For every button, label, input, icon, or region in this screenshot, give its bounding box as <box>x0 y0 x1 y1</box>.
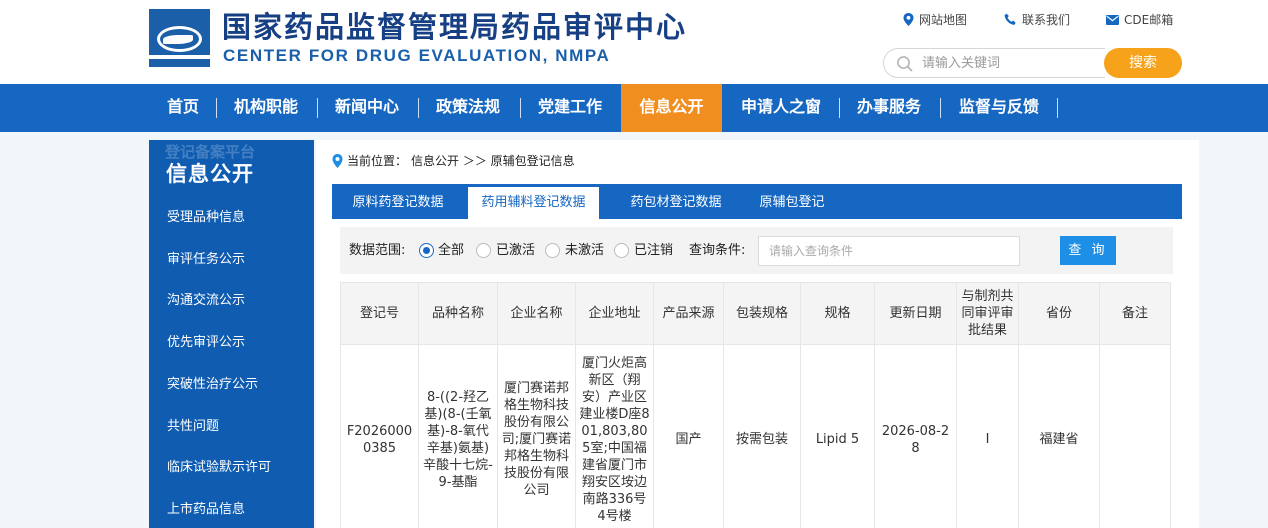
site-header: 国家药品监督管理局药品审评中心 CENTER FOR DRUG EVALUATI… <box>0 0 1268 84</box>
nav-divider <box>940 98 941 118</box>
col-header-reg-no: 登记号 <box>340 282 419 345</box>
nav-divider <box>317 98 318 118</box>
nav-divider <box>1057 98 1058 118</box>
main-content: 当前位置： 信息公开 ＞＞ 原辅包登记信息 原料药登记数据 药用辅料登记数据 药… <box>316 140 1199 528</box>
sidebar-item-priority[interactable]: 优先审评公示 <box>149 325 314 361</box>
query-button[interactable]: 查 询 <box>1060 236 1116 265</box>
search-icon <box>897 56 913 72</box>
registration-table: 登记号 品种名称 企业名称 企业地址 产品来源 包装规格 规格 更新日期 与制剂… <box>340 282 1171 528</box>
breadcrumb-prefix: 当前位置： <box>347 154 408 168</box>
nav-divider <box>418 98 419 118</box>
scope-option-activated-label[interactable]: 已激活 <box>496 227 535 274</box>
nav-item-info-disclosure[interactable]: 信息公开 <box>621 84 722 132</box>
sitemap-link[interactable]: 网站地图 <box>903 11 967 28</box>
cell-package-spec: 按需包装 <box>723 344 801 528</box>
cell-product-name: 8-((2-羟乙基)(8-(壬氧基)-8-氧代辛基)氨基)辛酸十七烷-9-基酯 <box>418 344 498 528</box>
site-subtitle: CENTER FOR DRUG EVALUATION, NMPA <box>223 46 611 65</box>
breadcrumb: 当前位置： 信息公开 ＞＞ 原辅包登记信息 <box>332 152 575 169</box>
query-label: 查询条件: <box>689 243 746 258</box>
col-header-update-date: 更新日期 <box>874 282 957 345</box>
col-header-product-source: 产品来源 <box>653 282 724 345</box>
col-header-company-address: 企业地址 <box>575 282 654 345</box>
sidebar-item-breakthrough[interactable]: 突破性治疗公示 <box>149 367 314 403</box>
col-header-joint-review-result: 与制剂共同审评审批结果 <box>956 282 1019 345</box>
nav-divider <box>520 98 521 118</box>
sidebar-item-review-tasks[interactable]: 审评任务公示 <box>149 242 314 278</box>
tab-packaging-data[interactable]: 药包材登记数据 <box>622 184 730 219</box>
cde-mail-link-label: CDE邮箱 <box>1124 13 1174 27</box>
col-header-province: 省份 <box>1018 282 1100 345</box>
sidebar-title: 信息公开 <box>166 162 254 186</box>
scope-radio-inactive[interactable] <box>545 243 560 258</box>
scope-label: 数据范围: <box>349 243 406 258</box>
scope-radio-activated[interactable] <box>476 243 491 258</box>
tab-excipient-data[interactable]: 药用辅料登记数据 <box>468 187 599 219</box>
main-nav: 首页 机构职能 新闻中心 政策法规 党建工作 信息公开 申请人之窗 办事服务 监… <box>0 84 1268 132</box>
scope-option-inactive-label[interactable]: 未激活 <box>565 227 604 274</box>
nav-divider <box>839 98 840 118</box>
data-tabs: 原料药登记数据 药用辅料登记数据 药包材登记数据 原辅包登记 <box>332 184 1182 219</box>
scope-radio-all[interactable] <box>419 243 434 258</box>
breadcrumb-path[interactable]: 信息公开 ＞＞ 原辅包登记信息 <box>411 152 575 169</box>
col-header-product-name: 品种名称 <box>418 282 498 345</box>
query-input[interactable] <box>758 236 1020 266</box>
site-search-box <box>883 48 1105 78</box>
nav-item-functions[interactable]: 机构职能 <box>221 84 311 132</box>
sidebar-item-accepted[interactable]: 受理品种信息 <box>149 200 314 236</box>
nav-item-applicant[interactable]: 申请人之窗 <box>729 84 833 132</box>
filter-bar: 数据范围: 全部 已激活 未激活 已注销 查询条件: 查 询 <box>340 227 1173 274</box>
cell-product-source: 国产 <box>653 344 724 528</box>
mail-icon <box>1106 14 1119 25</box>
nav-item-home[interactable]: 首页 <box>154 84 212 132</box>
tab-registration[interactable]: 原辅包登记 <box>752 184 832 219</box>
sidebar-item-marketed-drugs[interactable]: 上市药品信息 <box>149 492 314 528</box>
nav-divider <box>216 98 217 118</box>
col-header-remarks: 备注 <box>1099 282 1171 345</box>
sidebar-item-clinical-trial[interactable]: 临床试验默示许可 <box>149 450 314 486</box>
sidebar-item-communication[interactable]: 沟通交流公示 <box>149 283 314 319</box>
site-search-button[interactable]: 搜索 <box>1104 48 1182 78</box>
tab-api-data[interactable]: 原料药登记数据 <box>344 184 452 219</box>
sitemap-link-label: 网站地图 <box>919 13 968 27</box>
nav-item-party[interactable]: 党建工作 <box>525 84 615 132</box>
scope-radio-cancelled[interactable] <box>614 243 629 258</box>
col-header-company-name: 企业名称 <box>497 282 576 345</box>
cell-remarks <box>1099 344 1171 528</box>
cell-joint-review-result: I <box>956 344 1019 528</box>
location-pin-icon <box>903 13 914 26</box>
nav-item-supervision[interactable]: 监督与反馈 <box>946 84 1052 132</box>
location-pin-icon <box>332 153 343 168</box>
table-header-row: 登记号 品种名称 企业名称 企业地址 产品来源 包装规格 规格 更新日期 与制剂… <box>340 282 1171 345</box>
cde-logo[interactable] <box>149 9 210 67</box>
contact-link[interactable]: 联系我们 <box>1004 11 1070 28</box>
cde-mail-link[interactable]: CDE邮箱 <box>1106 11 1173 28</box>
contact-link-label: 联系我们 <box>1022 13 1071 27</box>
scope-option-all-label[interactable]: 全部 <box>438 227 464 274</box>
cell-reg-no: F20260000385 <box>340 344 419 528</box>
sidebar-item-common-issues[interactable]: 共性问题 <box>149 409 314 445</box>
phone-icon <box>1004 13 1016 25</box>
scope-option-cancelled-label[interactable]: 已注销 <box>634 227 673 274</box>
cell-company-name: 厦门赛诺邦格生物科技股份有限公司;厦门赛诺邦格生物科技股份有限公司 <box>497 344 576 528</box>
logo-wave-shape <box>149 55 210 59</box>
site-search-input[interactable] <box>922 53 1092 73</box>
sidebar: 登记备案平台 信息公开 受理品种信息 审评任务公示 沟通交流公示 优先审评公示 … <box>149 140 314 528</box>
nav-item-policy[interactable]: 政策法规 <box>423 84 513 132</box>
nav-item-news[interactable]: 新闻中心 <box>322 84 412 132</box>
cell-spec: Lipid 5 <box>800 344 875 528</box>
table-row[interactable]: F20260000385 8-((2-羟乙基)(8-(壬氧基)-8-氧代辛基)氨… <box>340 344 1171 528</box>
col-header-spec: 规格 <box>800 282 875 345</box>
cell-update-date: 2026-08-28 <box>874 344 957 528</box>
site-title: 国家药品监督管理局药品审评中心 <box>222 10 688 44</box>
cell-province: 福建省 <box>1018 344 1100 528</box>
cell-company-address: 厦门火炬高新区（翔安）产业区建业楼D座801,803,805室;中国福建省厦门市… <box>575 344 654 528</box>
col-header-package-spec: 包装规格 <box>723 282 801 345</box>
logo-fish-shape <box>163 35 193 44</box>
nav-item-services[interactable]: 办事服务 <box>844 84 934 132</box>
